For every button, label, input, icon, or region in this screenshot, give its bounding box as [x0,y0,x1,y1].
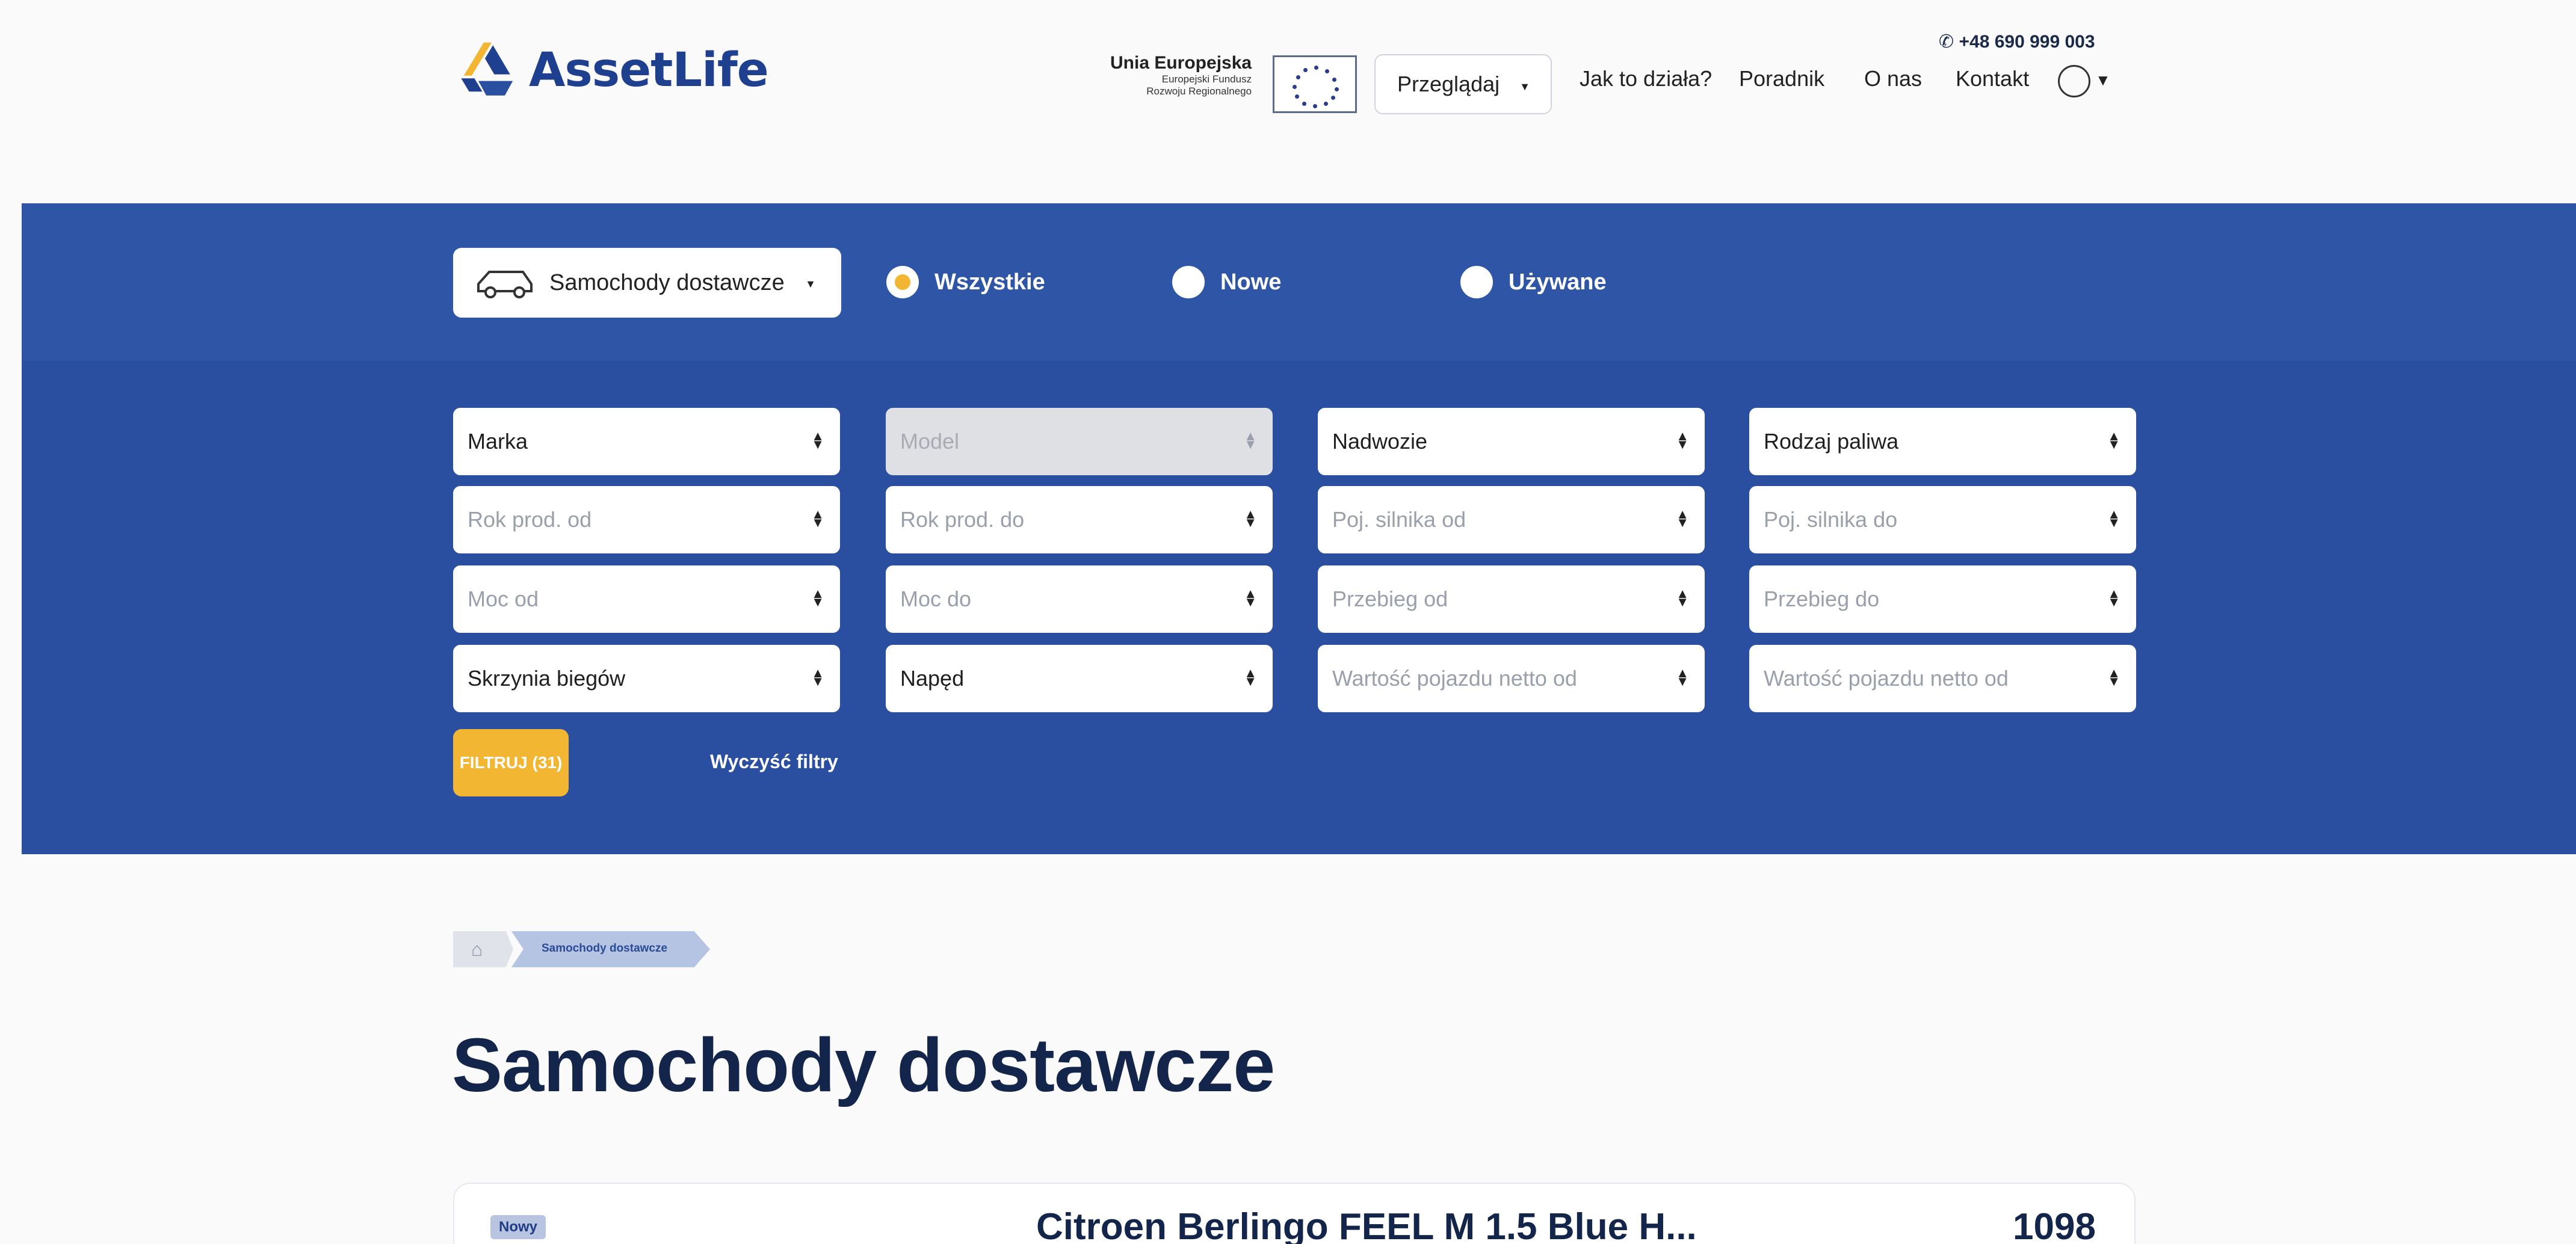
phone-icon: ✆ [1939,32,1959,52]
condition-all-label: Wszystkie [934,269,1045,295]
filter-label: Rodzaj paliwa [1764,429,1899,454]
sort-arrows-icon: ▲ ▼ [1244,507,1257,530]
listing-price: 1098 [2013,1206,2096,1244]
filter-label: Model [900,429,960,454]
clear-filters-button[interactable]: Wyczyść filtry [710,751,838,773]
assetlife-logo-icon [461,42,513,96]
page: AssetLife Unia Europejska Europejski Fun… [0,0,2576,1244]
filter-body-select[interactable]: Nadwozie ▲ ▼ [1318,408,1705,475]
filter-engine-from-select[interactable]: Poj. silnika od ▲ ▼ [1318,486,1705,553]
filter-label: Skrzynia biegów [468,666,626,691]
sort-arrows-icon: ▲ ▼ [1676,507,1689,530]
filter-label: Moc od [468,587,539,611]
nav-about[interactable]: O nas [1864,66,1922,91]
filter-label: Przebieg do [1764,587,1880,611]
filter-label: Nadwozie [1332,429,1428,454]
vehicle-type-bar [22,203,2576,361]
eu-funding-label: Unia Europejska Europejski Fundusz Rozwo… [1110,53,1252,97]
filter-label: Marka [468,429,528,454]
eu-title: Unia Europejska [1110,53,1252,73]
brand-name: AssetLife [529,43,769,97]
phone-number: +48 690 999 003 [1959,32,2095,52]
nav-how-it-works[interactable]: Jak to działa? [1580,66,1712,91]
sort-arrows-icon: ▲ ▼ [1244,665,1257,689]
caret-down-icon: ▼ [1519,81,1530,93]
sort-arrows-icon: ▲ ▼ [1244,428,1257,452]
sort-arrows-icon: ▲ ▼ [2107,665,2120,689]
breadcrumb-home[interactable]: ⌂ [453,931,513,967]
nav-guide[interactable]: Poradnik [1739,66,1824,91]
vehicle-type-label: Samochody dostawcze [549,269,785,295]
eu-line2: Rozwoju Regionalnego [1146,85,1252,97]
filter-label: Napęd [900,666,965,691]
filter-label: Poj. silnika do [1764,507,1898,532]
user-menu-caret-icon[interactable]: ▼ [2095,71,2111,90]
page-title: Samochody dostawcze [452,1023,1275,1107]
sort-arrows-icon: ▲ ▼ [811,507,824,530]
browse-label: Przeglądaj [1397,72,1500,96]
sort-arrows-icon: ▲ ▼ [811,586,824,609]
filter-year-to-select[interactable]: Rok prod. do ▲ ▼ [886,486,1273,553]
filter-engine-to-select[interactable]: Poj. silnika do ▲ ▼ [1749,486,2136,553]
condition-used-label: Używane [1509,269,1607,295]
condition-new-label: Nowe [1220,269,1282,295]
filter-year-from-select[interactable]: Rok prod. od ▲ ▼ [453,486,840,553]
home-icon: ⌂ [471,938,483,960]
condition-all-radio[interactable]: Wszystkie [886,266,1045,298]
filter-make-select[interactable]: Marka ▲ ▼ [453,408,840,475]
radio-icon [1172,266,1205,298]
nav-contact[interactable]: Kontakt [1956,66,2029,91]
user-account-icon[interactable] [2058,65,2090,97]
filter-power-from-select[interactable]: Moc od ▲ ▼ [453,565,840,633]
eu-flag-icon [1273,55,1357,113]
filter-value-to-select[interactable]: Wartość pojazdu netto od ▲ ▼ [1749,645,2136,712]
filter-value-from-select[interactable]: Wartość pojazdu netto od ▲ ▼ [1318,645,1705,712]
breadcrumb-current: Samochody dostawcze [511,931,710,967]
sort-arrows-icon: ▲ ▼ [2107,507,2120,530]
filter-label: Rok prod. od [468,507,592,532]
sort-arrows-icon: ▲ ▼ [1676,665,1689,689]
filter-panel [22,361,2576,854]
filter-label: Rok prod. do [900,507,1025,532]
sort-arrows-icon: ▲ ▼ [1676,428,1689,452]
condition-new-radio[interactable]: Nowe [1172,266,1281,298]
phone-link[interactable]: ✆ +48 690 999 003 [1939,31,2095,52]
radio-selected-icon [886,266,919,298]
filter-fuel-select[interactable]: Rodzaj paliwa ▲ ▼ [1749,408,2136,475]
van-icon [477,271,533,298]
filter-gearbox-select[interactable]: Skrzynia biegów ▲ ▼ [453,645,840,712]
radio-icon [1460,266,1493,298]
filter-label: Moc do [900,587,972,611]
sort-arrows-icon: ▲ ▼ [1676,586,1689,609]
sort-arrows-icon: ▲ ▼ [811,665,824,689]
filter-model-select: Model ▲ ▼ [886,408,1273,475]
sort-arrows-icon: ▲ ▼ [2107,586,2120,609]
listing-title[interactable]: Citroen Berlingo FEEL M 1.5 Blue H... [1036,1206,1697,1244]
filter-power-to-select[interactable]: Moc do ▲ ▼ [886,565,1273,633]
condition-used-radio[interactable]: Używane [1460,266,1607,298]
sort-arrows-icon: ▲ ▼ [2107,428,2120,452]
vehicle-type-select[interactable]: Samochody dostawcze ▼ [453,248,841,318]
filter-label: Poj. silnika od [1332,507,1466,532]
browse-dropdown[interactable]: Przeglądaj ▼ [1374,54,1552,114]
filter-label: Przebieg od [1332,587,1448,611]
sort-arrows-icon: ▲ ▼ [1244,586,1257,609]
filter-mileage-to-select[interactable]: Przebieg do ▲ ▼ [1749,565,2136,633]
status-badge: Nowy [490,1215,546,1239]
filter-mileage-from-select[interactable]: Przebieg od ▲ ▼ [1318,565,1705,633]
caret-down-icon: ▼ [805,278,816,290]
filter-button[interactable]: FILTRUJ (31) [453,729,569,796]
breadcrumb-label: Samochody dostawcze [542,942,668,955]
filter-label: Wartość pojazdu netto od [1764,666,2009,691]
eu-line1: Europejski Fundusz [1161,73,1252,85]
brand-logo[interactable]: AssetLife [452,37,769,103]
sort-arrows-icon: ▲ ▼ [811,428,824,452]
filter-drive-select[interactable]: Napęd ▲ ▼ [886,645,1273,712]
filter-label: Wartość pojazdu netto od [1332,666,1577,691]
